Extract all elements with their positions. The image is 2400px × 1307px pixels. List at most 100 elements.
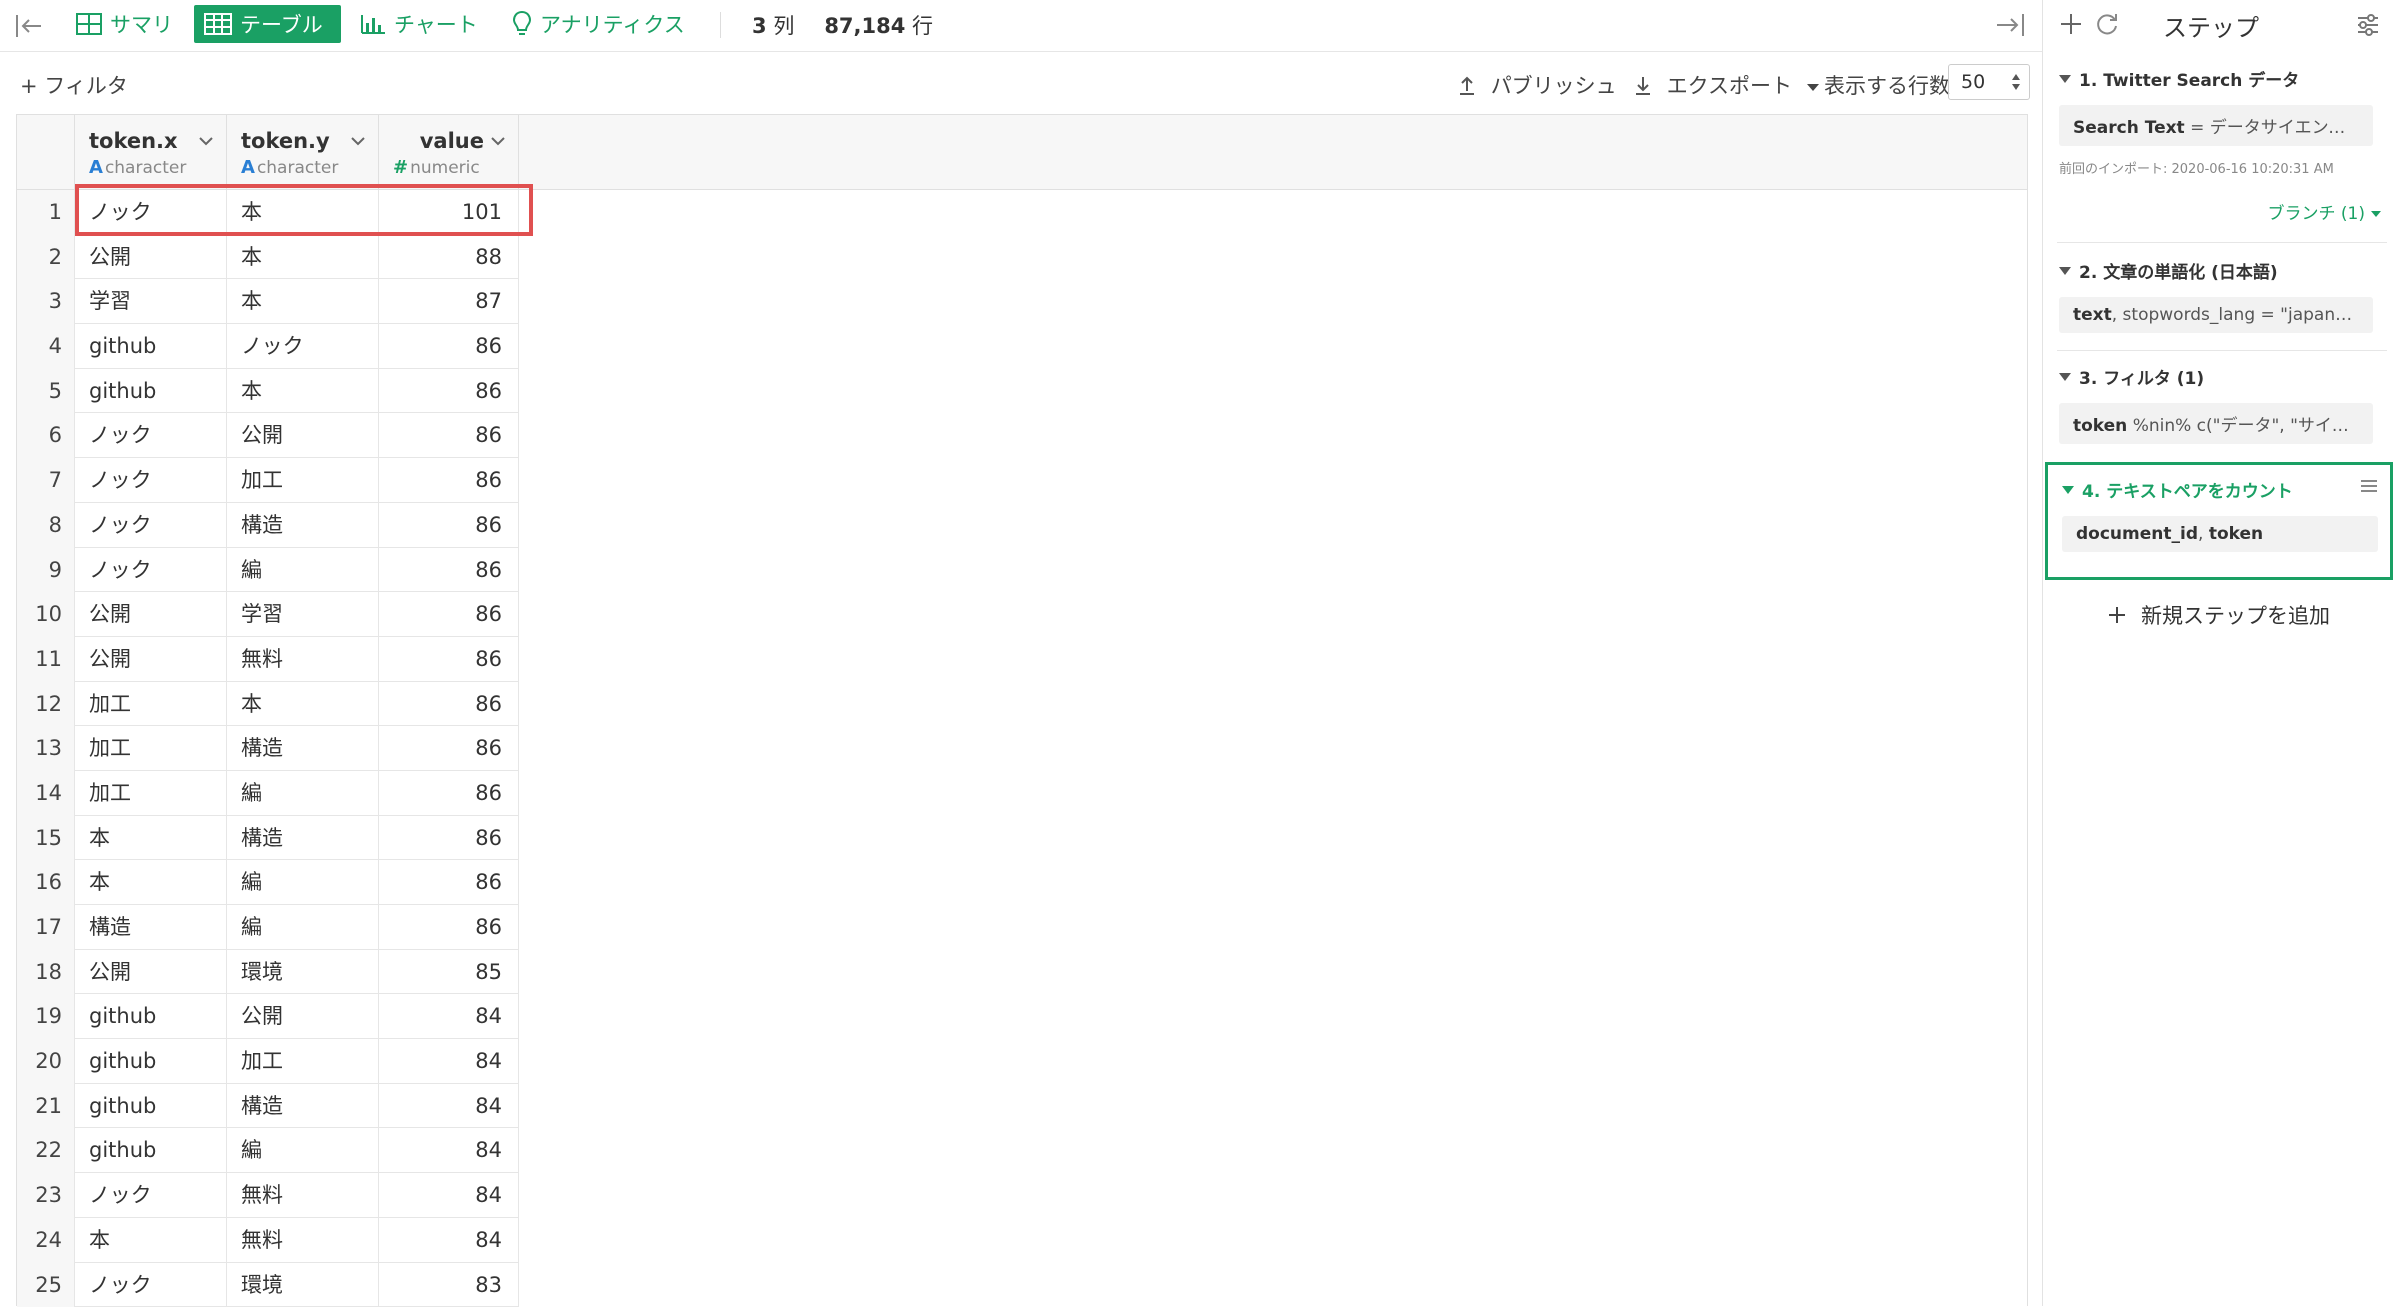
cell-token-x[interactable]: ノック [75,503,227,548]
add-step-button[interactable]: 新規ステップを追加 [2107,600,2330,630]
cell-value[interactable]: 86 [379,369,519,414]
step-4[interactable]: 4. テキストペアをカウント document_id, token [2045,462,2393,580]
chevron-down-icon[interactable] [350,135,366,147]
add-filter-button[interactable]: + フィルタ [20,70,128,100]
cell-token-y[interactable]: 無料 [227,1218,379,1263]
cell-value[interactable]: 85 [379,950,519,995]
cell-token-y[interactable]: 環境 [227,1263,379,1307]
table-row[interactable]: 19github公開84 [17,994,519,1039]
cell-token-x[interactable]: 学習 [75,279,227,324]
cell-token-x[interactable]: 加工 [75,771,227,816]
table-row[interactable]: 18公開環境85 [17,950,519,995]
cell-token-y[interactable]: 構造 [227,1084,379,1129]
chevron-down-icon[interactable] [490,135,506,147]
settings-sliders-icon[interactable] [2355,12,2381,38]
cell-token-x[interactable]: github [75,1084,227,1129]
cell-value[interactable]: 84 [379,994,519,1039]
cell-token-x[interactable]: 本 [75,816,227,861]
cell-token-y[interactable]: 構造 [227,726,379,771]
cell-value[interactable]: 86 [379,503,519,548]
step-detail[interactable]: document_id, token [2062,516,2378,552]
cell-token-x[interactable]: ノック [75,548,227,593]
table-row[interactable]: 8ノック構造86 [17,503,519,548]
cell-token-x[interactable]: github [75,1039,227,1084]
table-row[interactable]: 22github編84 [17,1128,519,1173]
cell-value[interactable]: 86 [379,637,519,682]
cell-token-x[interactable]: 公開 [75,950,227,995]
column-header-value[interactable]: value #numeric [379,115,519,190]
table-row[interactable]: 17構造編86 [17,905,519,950]
step-2[interactable]: 2. 文章の単語化 (日本語) text, stopwords_lang = "… [2059,258,2389,333]
cell-value[interactable]: 84 [379,1218,519,1263]
cell-value[interactable]: 86 [379,860,519,905]
cell-token-y[interactable]: 編 [227,548,379,593]
table-row[interactable]: 24本無料84 [17,1218,519,1263]
cell-token-x[interactable]: github [75,369,227,414]
cell-token-x[interactable]: 構造 [75,905,227,950]
cell-value[interactable]: 86 [379,458,519,503]
cell-token-y[interactable]: 加工 [227,458,379,503]
cell-value[interactable]: 84 [379,1084,519,1129]
cell-token-y[interactable]: 編 [227,771,379,816]
column-header-token-y[interactable]: token.y Acharacter [227,115,379,190]
table-row[interactable]: 12加工本86 [17,682,519,727]
cell-value[interactable]: 86 [379,726,519,771]
cell-token-y[interactable]: 本 [227,235,379,280]
cell-value[interactable]: 86 [379,413,519,458]
branch-button[interactable]: ブランチ (1) [2059,199,2389,224]
caret-down-icon[interactable] [2059,75,2071,83]
table-row[interactable]: 5github本86 [17,369,519,414]
cell-token-y[interactable]: 無料 [227,1173,379,1218]
cell-token-x[interactable]: 公開 [75,592,227,637]
table-row[interactable]: 2公開本88 [17,235,519,280]
table-row[interactable]: 15本構造86 [17,816,519,861]
cell-value[interactable]: 86 [379,905,519,950]
cell-token-x[interactable]: 公開 [75,235,227,280]
cell-value[interactable]: 86 [379,548,519,593]
step-3[interactable]: 3. フィルタ (1) token %nin% c("データ", "サイエ... [2059,364,2389,444]
table-row[interactable]: 7ノック加工86 [17,458,519,503]
cell-value[interactable]: 84 [379,1173,519,1218]
cell-token-y[interactable]: 本 [227,682,379,727]
table-row[interactable]: 13加工構造86 [17,726,519,771]
table-row[interactable]: 16本編86 [17,860,519,905]
step-detail[interactable]: text, stopwords_lang = "japanese" [2059,297,2373,333]
table-row[interactable]: 9ノック編86 [17,548,519,593]
cell-token-y[interactable]: 無料 [227,637,379,682]
cell-token-y[interactable]: 編 [227,1128,379,1173]
chevron-down-icon[interactable] [198,135,214,147]
rows-per-page-select[interactable]: 50 [1948,64,2030,100]
cell-token-x[interactable]: github [75,324,227,369]
cell-token-y[interactable]: 加工 [227,1039,379,1084]
plus-icon[interactable] [2057,10,2085,38]
tab-analytics[interactable]: アナリティクス [502,5,695,43]
cell-token-y[interactable]: 環境 [227,950,379,995]
cell-value[interactable]: 84 [379,1039,519,1084]
cell-value[interactable]: 101 [379,190,519,235]
cell-token-y[interactable]: 本 [227,369,379,414]
tab-summary[interactable]: サマリ [66,5,183,43]
step-1[interactable]: 1. Twitter Search データ Search Text = データサ… [2059,66,2389,224]
cell-token-y[interactable]: 編 [227,905,379,950]
step-detail[interactable]: Search Text = データサイエンス, ... [2059,105,2373,146]
cell-token-y[interactable]: ノック [227,324,379,369]
cell-token-x[interactable]: 本 [75,1218,227,1263]
collapse-right-icon[interactable] [1994,10,2026,40]
cell-token-x[interactable]: 加工 [75,726,227,771]
publish-button[interactable]: パブリッシュ [1458,70,1617,100]
cell-value[interactable]: 84 [379,1128,519,1173]
cell-value[interactable]: 86 [379,324,519,369]
cell-token-y[interactable]: 構造 [227,503,379,548]
cell-token-x[interactable]: 公開 [75,637,227,682]
cell-value[interactable]: 87 [379,279,519,324]
table-row[interactable]: 23ノック無料84 [17,1173,519,1218]
table-row[interactable]: 14加工編86 [17,771,519,816]
caret-down-icon[interactable] [2062,486,2074,494]
cell-token-y[interactable]: 学習 [227,592,379,637]
cell-token-y[interactable]: 公開 [227,413,379,458]
export-button[interactable]: エクスポート [1634,70,1819,100]
cell-token-x[interactable]: 加工 [75,682,227,727]
cell-token-x[interactable]: 本 [75,860,227,905]
cell-token-y[interactable]: 本 [227,279,379,324]
cell-token-y[interactable]: 本 [227,190,379,235]
